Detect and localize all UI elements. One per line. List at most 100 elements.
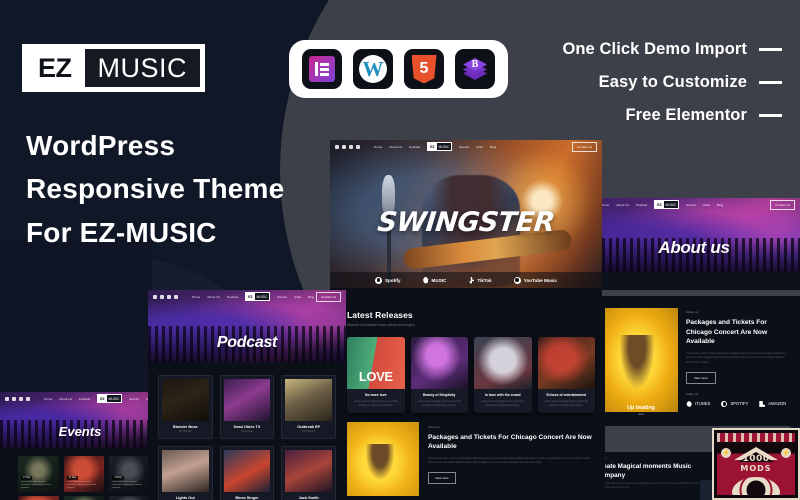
- event-caption: Lorem ipsum dolor sit amet consectetur a…: [21, 481, 51, 489]
- bootstrap-icon: B: [455, 49, 495, 89]
- section-heading: Packages and Tickets For Chicago Concert…: [686, 319, 768, 346]
- event-caption: Lorem ipsum dolor sit amet consectetur a…: [112, 481, 142, 489]
- amazon-link[interactable]: AMAZON: [759, 400, 786, 407]
- nav-link: Events: [277, 294, 287, 299]
- nav-logo: EZ MUSIC: [97, 394, 123, 403]
- nav-link: Home: [44, 396, 53, 401]
- podcast-card[interactable]: Blunder Buss EP TRACKS: [158, 375, 213, 439]
- release-card[interactable]: Echoes of entertainment Lorem ipsum is s…: [537, 337, 595, 414]
- release-desc: Lorem ipsum is simply dummy text of the …: [417, 400, 461, 407]
- podcast-name: Jack Smith: [298, 496, 319, 500]
- nav-link: Home: [374, 144, 383, 149]
- release-card[interactable]: LOVE No more love Lorem ipsum is simply …: [347, 337, 405, 414]
- nav-links-left: Home About Us Podcast: [192, 295, 238, 299]
- podcast-card-grid: Blunder Buss EP TRACKS Dead Obies TX Tra…: [158, 375, 336, 500]
- dash-icon: [759, 114, 782, 117]
- release-desc: Lorem ipsum is simply dummy text of the …: [481, 400, 525, 407]
- poster-title: 1000 MODS: [717, 455, 795, 473]
- release-name: No more love: [365, 393, 387, 397]
- podcast-sub: EP TRACKS: [178, 431, 192, 433]
- view-more-button[interactable]: View more: [686, 371, 716, 384]
- release-artwork: LOVE: [347, 337, 405, 389]
- album-cover-image: [604, 308, 678, 412]
- html5-glyph: 5: [411, 54, 437, 84]
- nav-link: Podcast: [636, 202, 648, 207]
- nav-links-left: Home About Us Podcast: [374, 145, 420, 149]
- brand-logo: EZ MUSIC: [22, 44, 206, 92]
- page-title: WordPress Responsive Theme For EZ-MUSIC: [26, 124, 284, 254]
- artwork-label: LOVE: [358, 369, 393, 384]
- podcast-card[interactable]: Blues Singer Hevert Studio: [219, 446, 275, 500]
- store-links: ITUNES SPOTIFY AMAZON: [686, 400, 790, 407]
- releases-header: Latest Releases Discover our freshest mu…: [347, 310, 415, 327]
- podcast-artwork: [162, 450, 209, 492]
- screenshot-listen-section: Up beating 2023 About us Packages and Ti…: [590, 296, 800, 426]
- event-card[interactable]: 17 Nov Lorem ipsum dolor sit amet consec…: [109, 456, 150, 492]
- nav-logo: EZ MUSIC: [245, 292, 271, 301]
- nav-link: Podcast: [227, 294, 239, 299]
- podcast-card[interactable]: Lights Out La Cinema: [158, 446, 213, 500]
- feature-label: Easy to Customize: [598, 73, 747, 91]
- spotify-link[interactable]: Spotify: [374, 276, 401, 284]
- apple-music-link[interactable]: MUSIC: [423, 276, 446, 284]
- headline-line-3: For EZ-MUSIC: [26, 216, 217, 248]
- release-artwork: [474, 337, 532, 389]
- nav-link: Events: [686, 202, 696, 207]
- event-card[interactable]: [109, 496, 150, 500]
- contact-us-button[interactable]: Contact Us: [316, 291, 341, 302]
- podcast-name: Blunder Buss: [172, 425, 198, 429]
- event-card[interactable]: [18, 496, 59, 500]
- podcast-sub: EP TRACKS: [302, 431, 316, 433]
- event-card[interactable]: 17 Nov Lorem ipsum dolor sit amet consec…: [63, 456, 105, 492]
- nav-link: Events: [129, 396, 139, 401]
- podcast-card[interactable]: Dead Obies TX Track Suite: [219, 375, 275, 439]
- podcast-artwork: [285, 379, 332, 421]
- feature-label: Free Elementor: [625, 106, 747, 124]
- html5-icon: 5: [404, 49, 444, 89]
- nav-link: Blog: [717, 202, 724, 207]
- contact-us-button[interactable]: Contact Us: [572, 141, 597, 152]
- podcast-name: Outbreak EP: [297, 425, 321, 429]
- about-navbar: Home About Us Podcast EZ MUSIC Events Ar…: [588, 198, 800, 211]
- poster-line-1: 1000: [742, 454, 770, 464]
- event-card[interactable]: 17 Nov Lorem ipsum dolor sit amet consec…: [18, 456, 59, 492]
- contact-us-button[interactable]: Contact Us: [770, 199, 795, 210]
- home-navbar: Home About Us Podcast EZ MUSIC Events Ar…: [330, 140, 602, 153]
- nav-links-right: Events Artist Blog: [277, 295, 314, 299]
- podcast-page-title: Podcast: [216, 334, 278, 351]
- podcast-name: Blues Singer: [235, 496, 259, 500]
- nav-link: About Us: [616, 202, 629, 207]
- youtube-music-link[interactable]: YouTube Music: [513, 276, 557, 284]
- nav-link: About Us: [389, 144, 402, 149]
- itunes-link[interactable]: ITUNES: [686, 400, 710, 407]
- podcast-card[interactable]: Outbreak EP EP TRACKS: [281, 375, 336, 439]
- bootstrap-glyph: B: [471, 59, 479, 70]
- nav-logo: EZ MUSIC: [427, 142, 453, 151]
- album-year: 2023: [638, 413, 644, 416]
- release-card-list: LOVE No more love Lorem ipsum is simply …: [347, 337, 595, 414]
- spotify-link[interactable]: SPOTIFY: [721, 400, 748, 407]
- hero-headline: SWINGSTER: [376, 207, 556, 239]
- section-body: Lorem ipsum dolor sit amet consectetur a…: [686, 351, 787, 365]
- release-desc: Lorem ipsum is simply dummy text of the …: [544, 400, 588, 407]
- event-card[interactable]: [63, 496, 105, 500]
- social-icons: [153, 294, 178, 299]
- nav-link: Artist: [702, 202, 710, 207]
- poster-canvas: EZ MUSIC WordPress Responsive Theme For …: [0, 0, 800, 500]
- nav-link: Home: [192, 294, 201, 299]
- release-card[interactable]: Beauty of Simplicity Lorem ipsum is simp…: [410, 337, 468, 414]
- view-more-button[interactable]: View more: [428, 471, 456, 484]
- apple-icon: [686, 400, 692, 407]
- tiktok-link[interactable]: TikTok: [468, 276, 492, 284]
- nav-link: Events: [459, 144, 469, 149]
- nav-link: About Us: [207, 294, 220, 299]
- event-date-badge: 17 Nov: [66, 476, 78, 480]
- streaming-platform-row: Spotify MUSIC TikTok YouTube Music: [330, 272, 602, 288]
- screenshot-about-page: Home About Us Podcast EZ MUSIC Events Ar…: [588, 198, 800, 290]
- release-card[interactable]: In tune with the crowd Lorem ipsum is si…: [474, 337, 532, 414]
- feature-item: Free Elementor: [625, 106, 782, 125]
- podcast-card[interactable]: Jack Smith 2023: [281, 446, 336, 500]
- podcast-artwork: [285, 450, 332, 492]
- listen-copy-block: About us Packages and Tickets For Chicag…: [686, 310, 790, 407]
- nav-logo: EZ MUSIC: [654, 200, 680, 209]
